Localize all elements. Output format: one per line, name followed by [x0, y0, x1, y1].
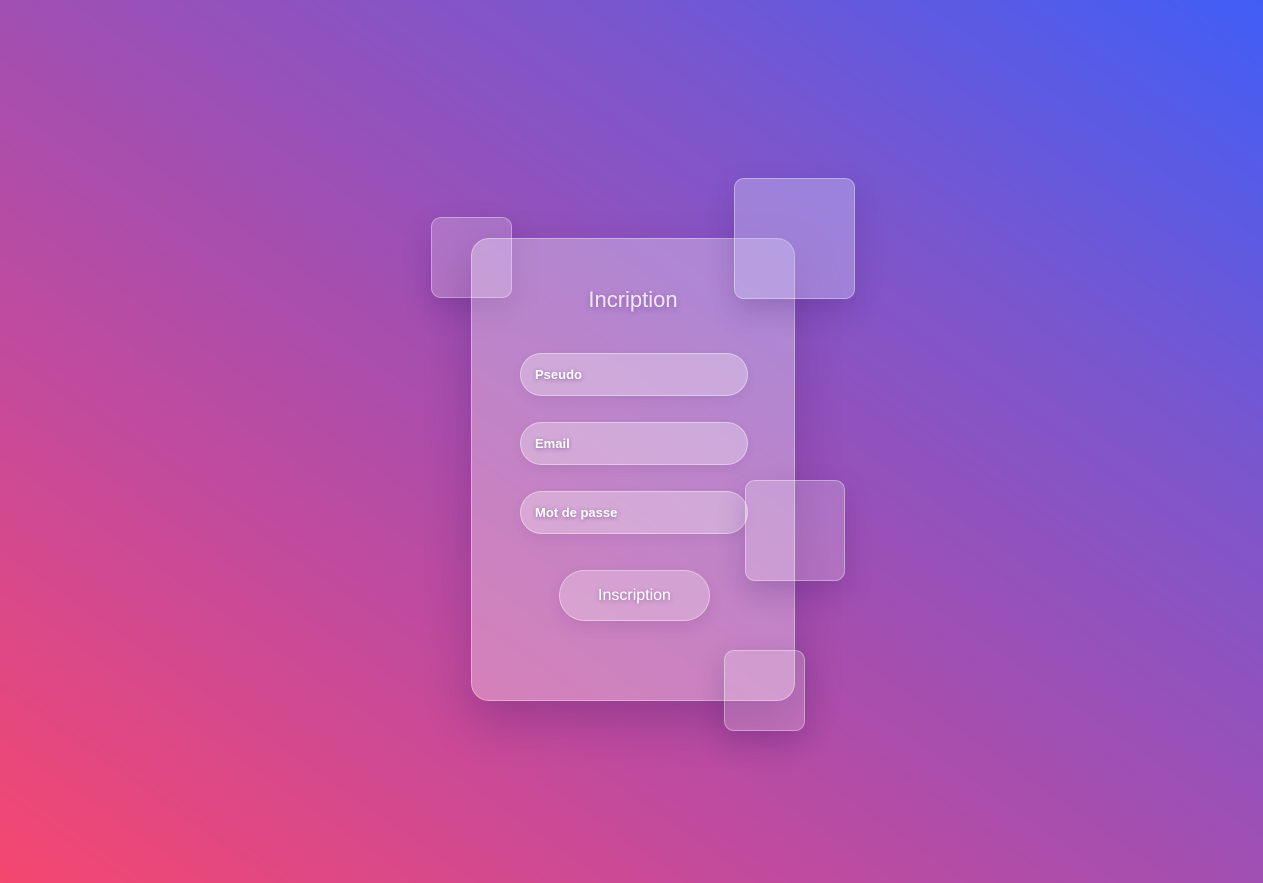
pseudo-placeholder: Pseudo: [535, 367, 582, 382]
email-input[interactable]: Email: [520, 422, 748, 465]
password-input[interactable]: Mot de passe: [520, 491, 748, 534]
email-placeholder: Email: [535, 436, 570, 451]
decorative-square-top-right: [734, 178, 855, 299]
password-placeholder: Mot de passe: [535, 505, 618, 520]
inscription-button[interactable]: Inscription: [559, 570, 710, 621]
decorative-square-middle-right: [745, 480, 845, 581]
decorative-square-bottom-right: [724, 650, 805, 731]
pseudo-input[interactable]: Pseudo: [520, 353, 748, 396]
signup-card: Incription Pseudo Email Mot de passe Ins…: [471, 238, 795, 701]
